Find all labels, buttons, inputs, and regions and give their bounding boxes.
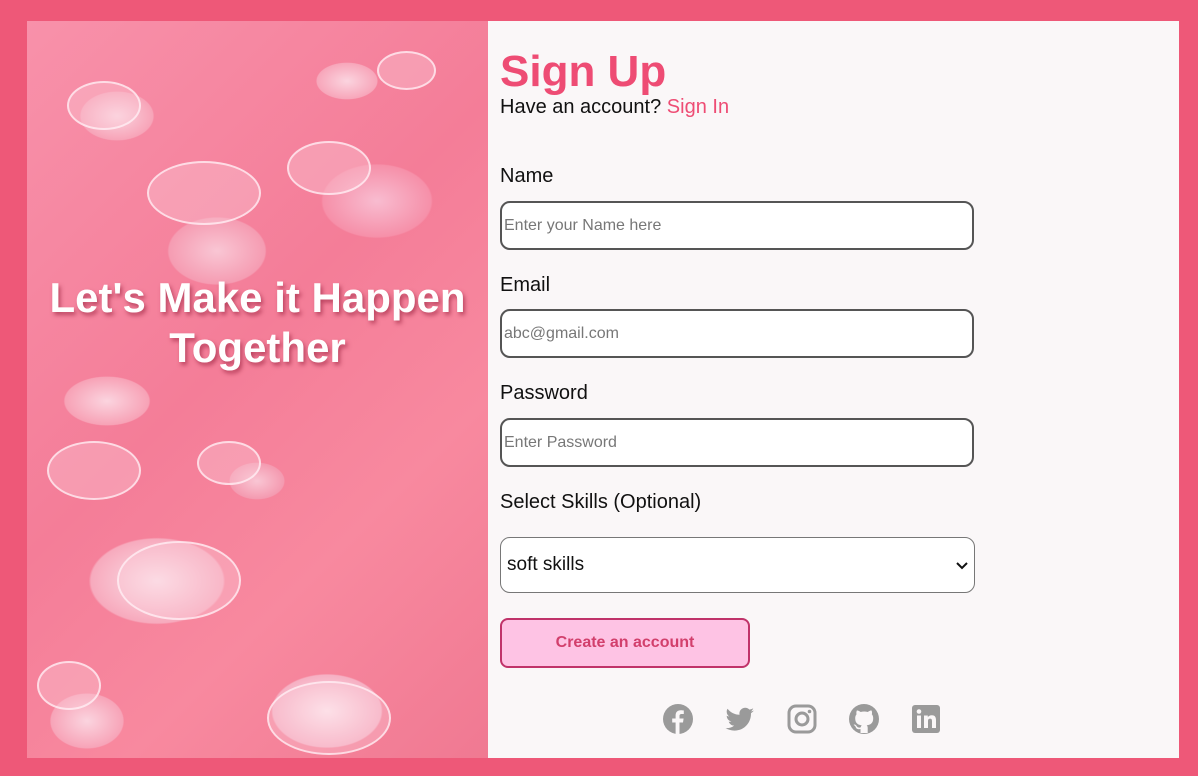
- have-account-text: Have an account?: [500, 96, 662, 118]
- password-input[interactable]: [500, 418, 974, 467]
- hero-panel: Let's Make it Happen Together: [27, 21, 488, 758]
- decorative-blob: [47, 441, 141, 500]
- twitter-icon[interactable]: [724, 703, 756, 735]
- decorative-blob: [287, 141, 371, 195]
- chevron-down-icon: [956, 558, 968, 573]
- name-label: Name: [500, 165, 554, 187]
- have-account-row: Have an account? Sign In: [500, 96, 729, 119]
- decorative-blob: [67, 81, 141, 130]
- skills-select[interactable]: soft skills: [500, 537, 975, 593]
- signup-form: Sign Up Have an account? Sign In Name Em…: [488, 21, 1179, 758]
- create-account-button[interactable]: Create an account: [500, 618, 750, 668]
- github-icon[interactable]: [848, 703, 880, 735]
- decorative-blob: [117, 541, 241, 620]
- social-links: [662, 703, 942, 735]
- decorative-blob: [37, 661, 101, 710]
- decorative-blob: [147, 161, 261, 225]
- hero-heading-line1: Let's Make it Happen: [49, 274, 466, 321]
- linkedin-icon[interactable]: [910, 703, 942, 735]
- decorative-blob: [267, 681, 391, 755]
- instagram-icon[interactable]: [786, 703, 818, 735]
- email-input[interactable]: [500, 309, 974, 358]
- skills-selected-value: soft skills: [507, 554, 585, 575]
- name-input[interactable]: [500, 201, 974, 250]
- decorative-blob: [377, 51, 436, 90]
- email-label: Email: [500, 274, 551, 296]
- facebook-icon[interactable]: [662, 703, 694, 735]
- sign-in-link[interactable]: Sign In: [667, 96, 729, 118]
- skills-label: Select Skills (Optional): [500, 491, 702, 513]
- signup-card: Let's Make it Happen Together Sign Up Ha…: [27, 21, 1179, 758]
- hero-heading-line2: Together: [169, 324, 346, 371]
- password-label: Password: [500, 382, 588, 404]
- page-title: Sign Up: [500, 47, 667, 96]
- hero-heading: Let's Make it Happen Together: [27, 273, 488, 373]
- decorative-blob: [197, 441, 261, 485]
